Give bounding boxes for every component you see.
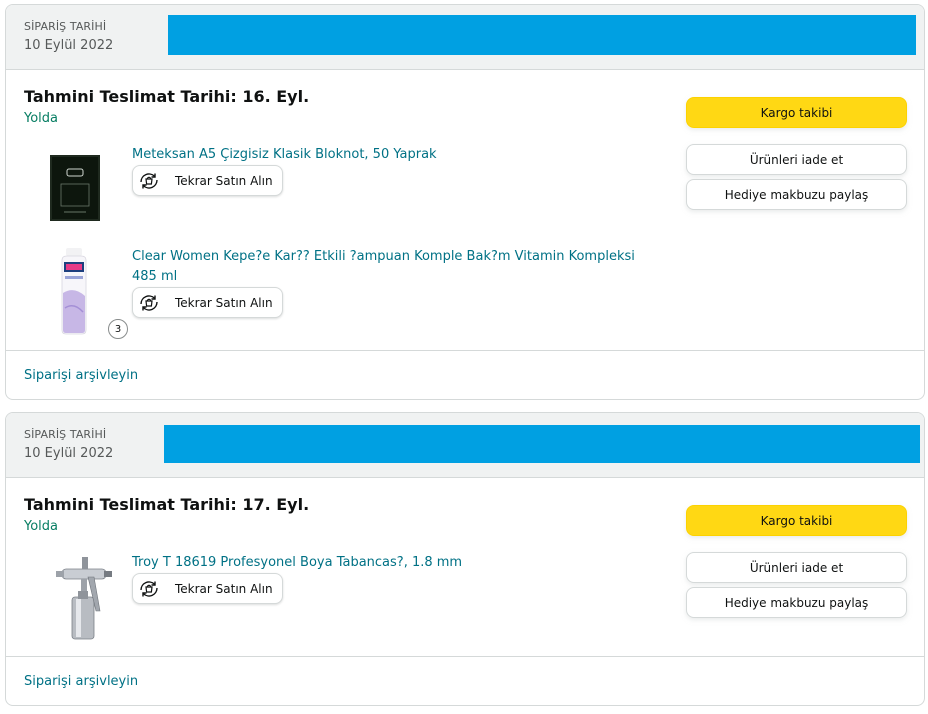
product-link[interactable]: Meteksan A5 Çizgisiz Klasik Bloknot, 50 … (132, 145, 657, 165)
track-package-button[interactable]: Kargo takibi (686, 505, 907, 536)
product-link[interactable]: Troy T 18619 Profesyonel Boya Tabancas?,… (132, 553, 657, 573)
share-gift-receipt-button[interactable]: Hediye makbuzu paylaş (686, 179, 907, 210)
order-date-label: SİPARİŞ TARİHİ (24, 428, 107, 441)
buy-again-label: Tekrar Satın Alın (175, 295, 273, 310)
buy-again-icon (140, 294, 158, 311)
order-date-label: SİPARİŞ TARİHİ (24, 20, 107, 33)
redacted-region (164, 425, 920, 463)
quantity-badge: 3 (108, 319, 128, 339)
redacted-region (168, 15, 916, 55)
buy-again-icon (140, 580, 158, 597)
order-card: SİPARİŞ TARİHİ 10 Eylül 2022 Tahmini Tes… (5, 412, 925, 706)
order-date-value: 10 Eylül 2022 (24, 38, 114, 53)
order-header: SİPARİŞ TARİHİ 10 Eylül 2022 (6, 5, 924, 70)
buy-again-label: Tekrar Satın Alın (175, 581, 273, 596)
delivery-title: Tahmini Teslimat Tarihi: 16. Eyl. (24, 87, 310, 106)
share-gift-receipt-button[interactable]: Hediye makbuzu paylaş (686, 587, 907, 618)
order-card: SİPARİŞ TARİHİ 10 Eylül 2022 Tahmini Tes… (5, 4, 925, 400)
buy-again-button[interactable]: Tekrar Satın Alın (132, 165, 283, 196)
product-image-shampoo[interactable] (57, 248, 91, 336)
buy-again-icon (140, 172, 158, 189)
buy-again-button[interactable]: Tekrar Satın Alın (132, 573, 283, 604)
product-link[interactable]: Clear Women Kepe?e Kar?? Etkili ?ampuan … (132, 247, 657, 287)
archive-order-link[interactable]: Siparişi arşivleyin (24, 368, 138, 383)
buy-again-label: Tekrar Satın Alın (175, 173, 273, 188)
product-image-notebook[interactable] (50, 155, 100, 221)
order-footer: Siparişi arşivleyin (6, 350, 924, 399)
return-items-button[interactable]: Ürünleri iade et (686, 144, 907, 175)
product-image-spray-gun[interactable] (52, 551, 116, 643)
shipment-status: Yolda (24, 519, 58, 534)
order-header: SİPARİŞ TARİHİ 10 Eylül 2022 (6, 413, 924, 478)
order-footer: Siparişi arşivleyin (6, 656, 924, 705)
track-package-button[interactable]: Kargo takibi (686, 97, 907, 128)
archive-order-link[interactable]: Siparişi arşivleyin (24, 674, 138, 689)
shipment-status: Yolda (24, 111, 58, 126)
delivery-title: Tahmini Teslimat Tarihi: 17. Eyl. (24, 495, 310, 514)
buy-again-button[interactable]: Tekrar Satın Alın (132, 287, 283, 318)
return-items-button[interactable]: Ürünleri iade et (686, 552, 907, 583)
order-date-value: 10 Eylül 2022 (24, 446, 114, 461)
